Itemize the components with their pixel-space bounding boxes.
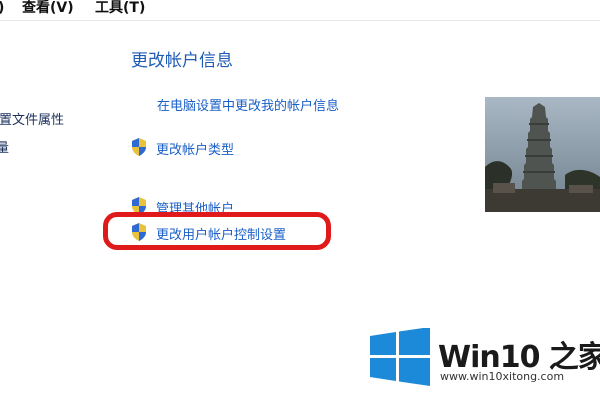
watermark-logo: Win10 之家 www.win10xitong.com [370, 328, 600, 386]
left-link-profile-properties[interactable]: 配置文件属性 [0, 109, 64, 128]
link-pc-settings[interactable]: 在电脑设置中更改我的帐户信息 [157, 95, 339, 114]
menu-item-partial[interactable]: ) [0, 0, 4, 16]
left-pane: 配置文件属性 量 [0, 20, 110, 400]
link-change-account-type[interactable]: 更改帐户类型 [156, 139, 234, 158]
left-link-variables[interactable]: 量 [0, 137, 9, 156]
uac-shield-icon [132, 138, 146, 156]
watermark-url: www.win10xitong.com [440, 370, 565, 383]
menu-tools[interactable]: 工具(T) [95, 0, 145, 16]
page-title: 更改帐户信息 [131, 51, 233, 71]
menu-view[interactable]: 查看(V) [22, 0, 74, 16]
highlight-box [103, 212, 331, 250]
account-picture [485, 97, 600, 212]
windows-logo-icon [370, 328, 430, 386]
menu-bar: ) 查看(V) 工具(T) [0, 0, 600, 21]
